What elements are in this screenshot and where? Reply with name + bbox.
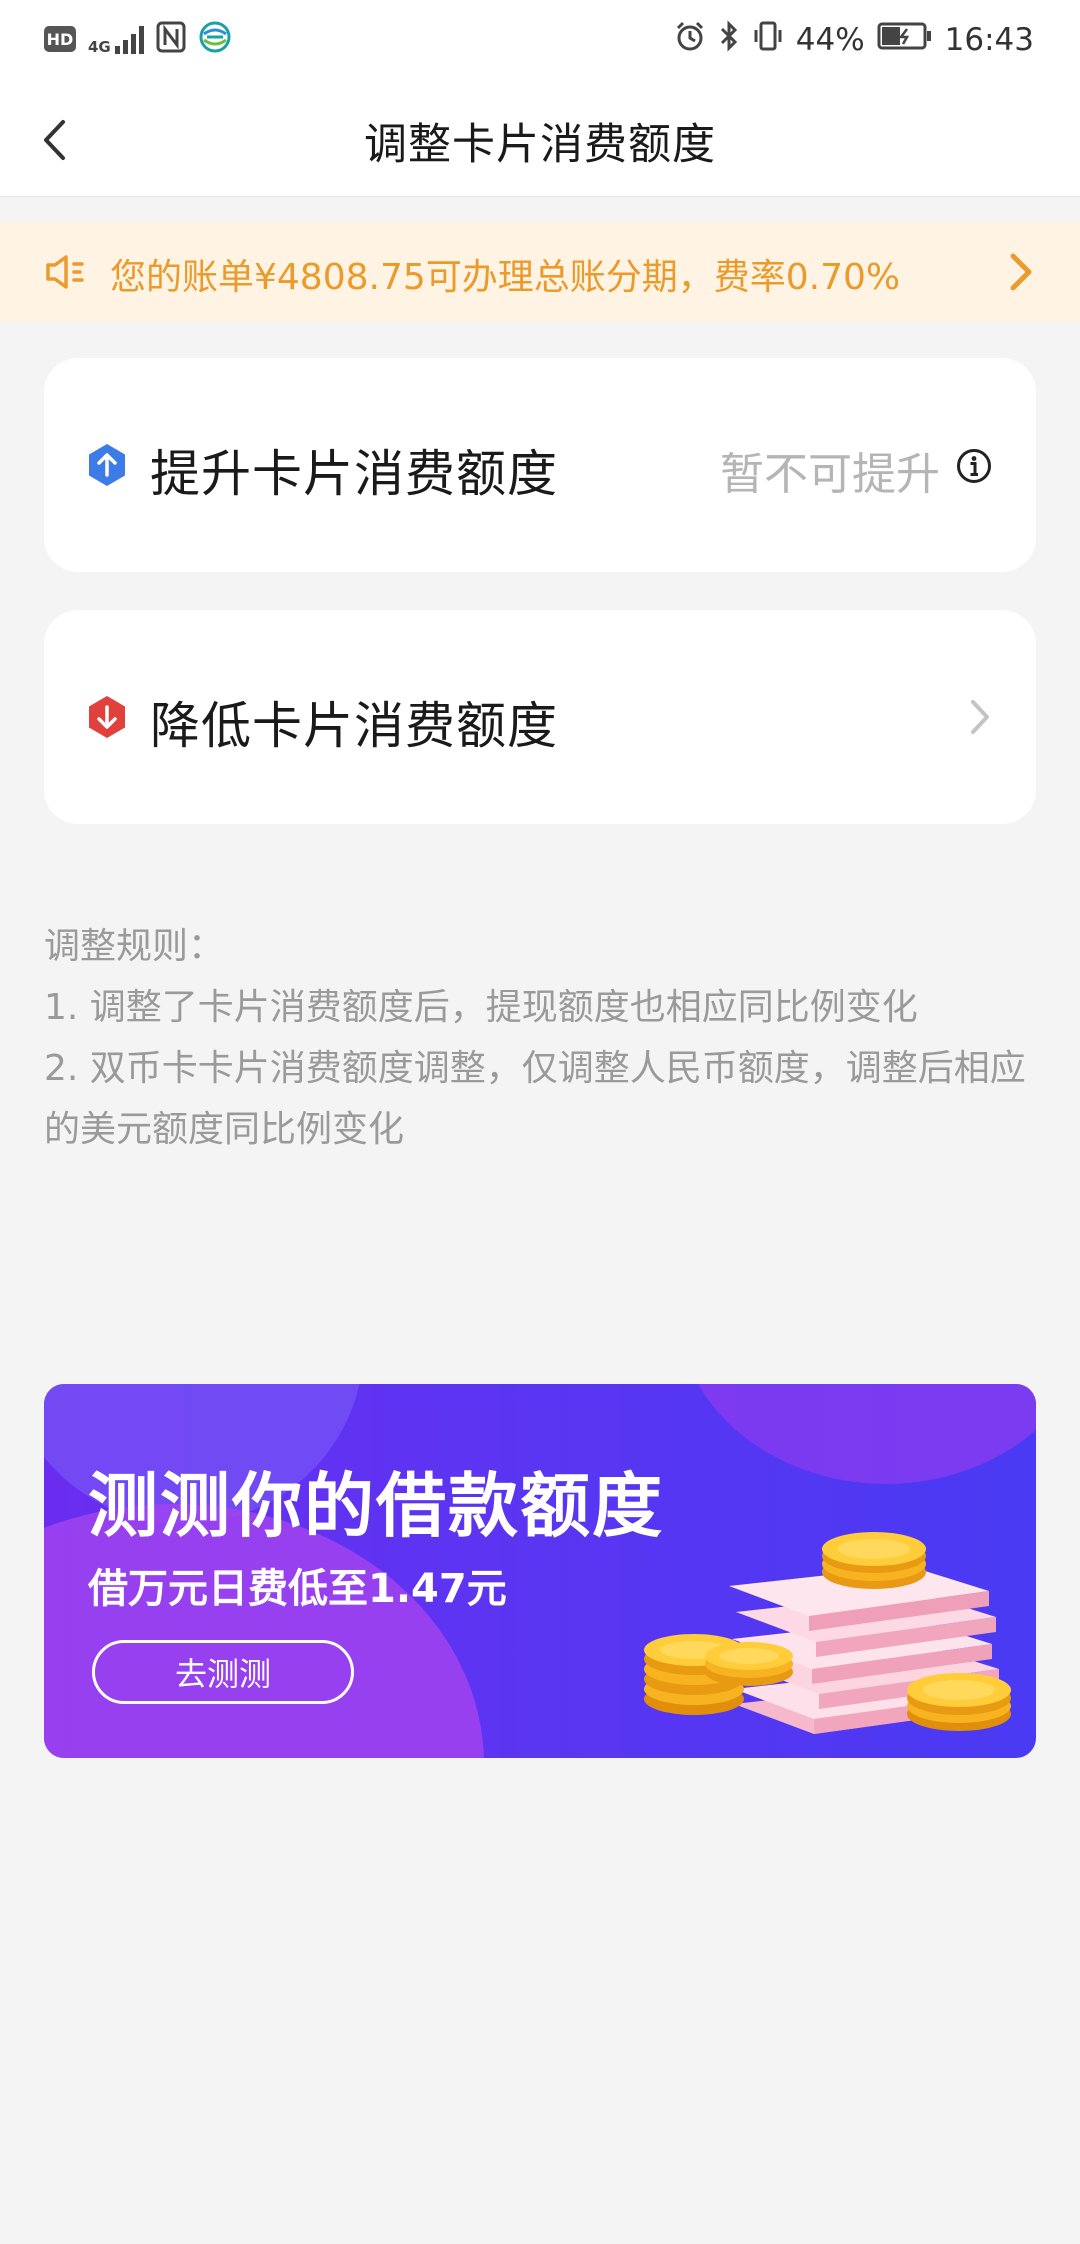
- chevron-right-icon: [971, 700, 989, 734]
- increase-limit-card[interactable]: 提升卡片消费额度 暂不可提升: [44, 358, 1036, 572]
- installment-notice-bar[interactable]: 您的账单¥4808.75可办理总账分期，费率0.70%: [0, 222, 1080, 322]
- adjustment-rules: 调整规则： 1. 调整了卡片消费额度后，提现额度也相应同比例变化 2. 双币卡卡…: [44, 916, 1036, 1160]
- battery-percent: 44%: [795, 22, 865, 58]
- increase-limit-label: 提升卡片消费额度: [150, 445, 558, 503]
- hd-icon: HD: [44, 26, 76, 52]
- battery-icon: [877, 21, 933, 59]
- arrow-down-icon: [89, 696, 125, 738]
- info-icon[interactable]: [956, 448, 992, 484]
- decrease-limit-card[interactable]: 降低卡片消费额度: [44, 610, 1036, 824]
- vibrate-icon: [752, 20, 784, 60]
- clock: 16:43: [944, 22, 1034, 58]
- bluetooth-icon: [718, 20, 740, 60]
- banner-decoration: [676, 1384, 1036, 1484]
- status-left: HD 4G: [44, 20, 232, 58]
- banner-test-button[interactable]: 去测测: [92, 1640, 354, 1704]
- nfc-icon: [156, 21, 186, 57]
- speaker-icon: [46, 255, 84, 289]
- decrease-limit-label: 降低卡片消费额度: [150, 697, 558, 755]
- arrow-up-icon: [89, 444, 125, 486]
- network-type-label: 4G: [88, 38, 111, 56]
- rules-title: 调整规则：: [44, 926, 225, 967]
- carrier-icon: [198, 20, 232, 58]
- signal-icon: 4G: [88, 24, 144, 56]
- notice-text: 您的账单¥4808.75可办理总账分期，费率0.70%: [110, 257, 901, 298]
- rule-item: 1. 调整了卡片消费额度后，提现额度也相应同比例变化: [44, 987, 918, 1028]
- chevron-right-icon: [1010, 253, 1032, 291]
- nav-bar: 调整卡片消费额度: [0, 84, 1080, 197]
- alarm-icon: [674, 20, 706, 60]
- loan-promo-banner[interactable]: 测测你的借款额度 借万元日费低至1.47元 去测测: [44, 1384, 1036, 1758]
- rule-item: 2. 双币卡卡片消费额度调整，仅调整人民币额度，调整后相应的美元额度同比例变化: [44, 1048, 1026, 1150]
- banner-subtitle: 借万元日费低至1.47元: [88, 1566, 507, 1612]
- page-title: 调整卡片消费额度: [364, 120, 716, 170]
- money-coins-illustration: [644, 1532, 1011, 1734]
- banner-title: 测测你的借款额度: [88, 1465, 664, 1547]
- status-bar: HD 4G 44% 16:43: [0, 0, 1080, 84]
- increase-status-text: 暂不可提升: [720, 449, 940, 500]
- status-right: 44% 16:43: [674, 20, 1034, 60]
